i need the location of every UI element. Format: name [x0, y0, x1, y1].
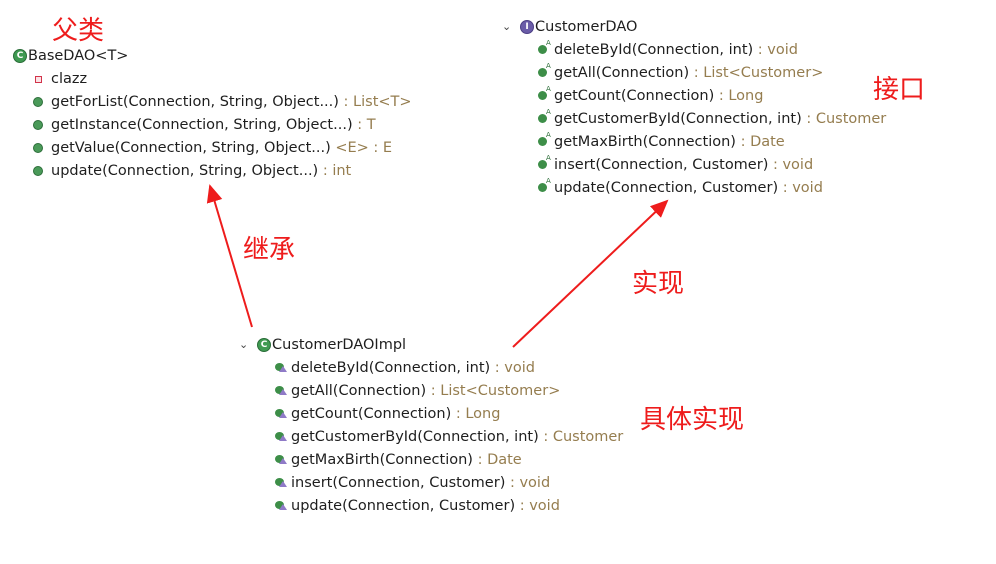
method-signature: insert(Connection, Customer) — [291, 475, 506, 491]
method-signature: getAll(Connection) — [554, 65, 690, 81]
return-type: : Customer — [801, 111, 887, 127]
method-signature: deleteById(Connection, int) — [554, 42, 754, 58]
override-method-icon — [275, 501, 287, 510]
method-signature: update(Connection, Customer) — [554, 180, 779, 196]
public-method-icon — [33, 143, 43, 153]
collapse-chevron-icon[interactable]: ⌄ — [239, 338, 248, 351]
return-type: : List<T> — [338, 94, 412, 110]
class-icon: C — [257, 338, 271, 352]
method-item[interactable]: update(Connection, String, Object...) : … — [51, 161, 351, 181]
method-item[interactable]: getAll(Connection) : List<Customer> — [554, 63, 823, 83]
method-item[interactable]: getAll(Connection) : List<Customer> — [291, 381, 560, 401]
method-item[interactable]: getMaxBirth(Connection) : Date — [291, 450, 522, 470]
override-method-icon — [275, 409, 287, 418]
override-method-icon — [275, 455, 287, 464]
abstract-method-icon — [538, 39, 551, 54]
return-type: : Long — [714, 88, 764, 104]
method-item[interactable]: deleteById(Connection, int) : void — [554, 40, 798, 60]
return-type: : Customer — [538, 429, 624, 445]
return-type: : void — [768, 157, 814, 173]
method-signature: update(Connection, String, Object...) — [51, 163, 319, 179]
method-item[interactable]: getForList(Connection, String, Object...… — [51, 92, 412, 112]
tree-node-impl[interactable]: CustomerDAOImpl — [272, 335, 406, 355]
method-signature: update(Connection, Customer) — [291, 498, 516, 514]
tree-node-iface[interactable]: CustomerDAO — [535, 17, 637, 37]
private-field-icon — [35, 76, 42, 83]
method-item[interactable]: getCount(Connection) : Long — [554, 86, 763, 106]
return-type: : void — [778, 180, 823, 196]
method-signature: getCustomerById(Connection, int) — [554, 111, 802, 127]
return-type: : void — [753, 42, 798, 58]
method-signature: getCustomerById(Connection, int) — [291, 429, 539, 445]
return-type: : Date — [735, 134, 785, 150]
return-type: : T — [352, 117, 376, 133]
abstract-method-icon — [538, 108, 551, 123]
method-signature: getCount(Connection) — [291, 406, 452, 422]
field-item[interactable]: clazz — [51, 69, 87, 89]
return-type: : int — [318, 163, 352, 179]
override-method-icon — [275, 386, 287, 395]
method-signature: getValue(Connection, String, Object...) — [51, 140, 331, 156]
return-type: : List<Customer> — [689, 65, 824, 81]
tree-node-base[interactable]: BaseDAO<T> — [28, 46, 128, 66]
method-signature: getForList(Connection, String, Object...… — [51, 94, 339, 110]
abstract-method-icon — [538, 177, 551, 192]
method-item[interactable]: update(Connection, Customer) : void — [291, 496, 560, 516]
return-type: : void — [505, 475, 551, 491]
interface-icon: I — [520, 20, 534, 34]
abstract-method-icon — [538, 154, 551, 169]
inherit-label: 继承 — [243, 235, 296, 265]
public-method-icon — [33, 97, 43, 107]
method-item[interactable]: getMaxBirth(Connection) : Date — [554, 132, 785, 152]
method-item[interactable]: getCustomerById(Connection, int) : Custo… — [554, 109, 886, 129]
return-type: <E> : E — [330, 140, 393, 156]
method-item[interactable]: getInstance(Connection, String, Object..… — [51, 115, 376, 135]
return-type: : Long — [451, 406, 501, 422]
method-item[interactable]: update(Connection, Customer) : void — [554, 178, 823, 198]
method-item[interactable]: insert(Connection, Customer) : void — [291, 473, 550, 493]
return-type: : void — [490, 360, 535, 376]
abstract-method-icon — [538, 131, 551, 146]
class-icon: C — [13, 49, 27, 63]
return-type: : List<Customer> — [426, 383, 561, 399]
method-signature: deleteById(Connection, int) — [291, 360, 491, 376]
return-type: : Date — [472, 452, 522, 468]
implement-label: 实现 — [632, 269, 685, 299]
method-item[interactable]: getCustomerById(Connection, int) : Custo… — [291, 427, 623, 447]
public-method-icon — [33, 166, 43, 176]
method-item[interactable]: deleteById(Connection, int) : void — [291, 358, 535, 378]
method-signature: insert(Connection, Customer) — [554, 157, 769, 173]
parent-label: 父类 — [52, 16, 105, 46]
collapse-chevron-icon[interactable]: ⌄ — [502, 20, 511, 33]
method-signature: getAll(Connection) — [291, 383, 427, 399]
method-item[interactable]: getCount(Connection) : Long — [291, 404, 500, 424]
method-signature: getMaxBirth(Connection) — [291, 452, 473, 468]
method-signature: getMaxBirth(Connection) — [554, 134, 736, 150]
concrete-label: 具体实现 — [640, 405, 745, 435]
override-method-icon — [275, 432, 287, 441]
abstract-method-icon — [538, 85, 551, 100]
return-type: : void — [515, 498, 560, 514]
interface-label: 接口 — [873, 75, 926, 105]
abstract-method-icon — [538, 62, 551, 77]
method-signature: getCount(Connection) — [554, 88, 715, 104]
override-method-icon — [275, 478, 287, 487]
public-method-icon — [33, 120, 43, 130]
method-item[interactable]: getValue(Connection, String, Object...) … — [51, 138, 392, 158]
override-method-icon — [275, 363, 287, 372]
method-signature: getInstance(Connection, String, Object..… — [51, 117, 353, 133]
method-item[interactable]: insert(Connection, Customer) : void — [554, 155, 813, 175]
